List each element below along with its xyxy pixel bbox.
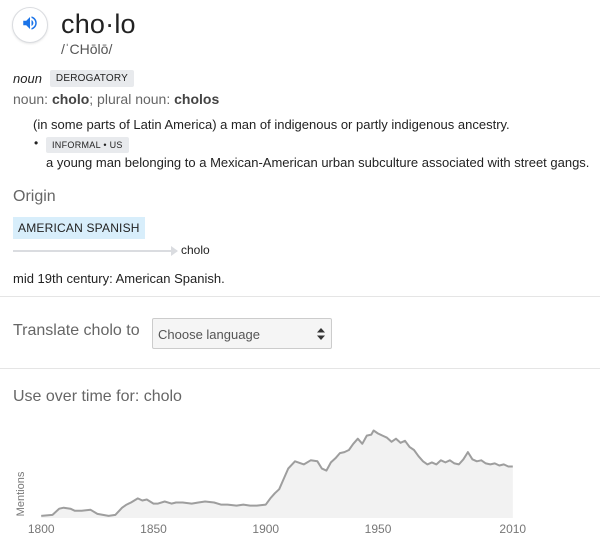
section-divider bbox=[0, 368, 600, 369]
origin-text: mid 19th century: American Spanish. bbox=[13, 271, 225, 286]
definition-2: a young man belonging to a Mexican-Ameri… bbox=[46, 155, 590, 170]
origin-title: Origin bbox=[13, 188, 56, 205]
usage-chart bbox=[41, 429, 513, 518]
etymology-arrow-icon bbox=[171, 246, 178, 256]
entry-header: cho·lo /ˈCHōlō/ bbox=[12, 7, 136, 57]
usage-title: Use over time for: cholo bbox=[13, 388, 182, 405]
language-select[interactable]: Choose language bbox=[152, 318, 332, 349]
headword: cho·lo bbox=[61, 9, 136, 39]
speaker-icon bbox=[21, 14, 39, 37]
language-select-value: Choose language bbox=[158, 327, 260, 342]
x-tick-label: 1900 bbox=[252, 522, 280, 536]
forms-prefix: noun: bbox=[13, 91, 49, 107]
x-tick-label: 1800 bbox=[27, 522, 55, 536]
register-badge: DEROGATORY bbox=[49, 70, 134, 87]
x-tick-label: 1850 bbox=[140, 522, 167, 536]
pronunciation-audio-button[interactable] bbox=[12, 7, 48, 43]
plural-prefix: ; plural noun: bbox=[89, 91, 171, 107]
usage-area bbox=[41, 430, 513, 518]
part-of-speech-row: noun DEROGATORY bbox=[13, 70, 134, 87]
usage-label-chip: INFORMAL • US bbox=[46, 137, 129, 153]
definition-bullet: • bbox=[34, 136, 39, 150]
etymology-line bbox=[13, 250, 177, 252]
translate-label: Translate cholo to bbox=[13, 322, 140, 339]
word-forms: noun: cholo; plural noun: cholos bbox=[13, 91, 219, 107]
etymology-source-chip: AMERICAN SPANISH bbox=[13, 217, 145, 239]
section-divider bbox=[0, 296, 600, 297]
pronunciation: /ˈCHōlō/ bbox=[61, 41, 113, 57]
definition-1: (in some parts of Latin America) a man o… bbox=[33, 117, 510, 132]
x-tick-label: 1950 bbox=[364, 522, 392, 536]
plural-form: cholos bbox=[174, 91, 220, 107]
part-of-speech: noun bbox=[13, 71, 42, 86]
select-arrows-icon bbox=[317, 328, 325, 340]
etymology-target-word: cholo bbox=[181, 243, 210, 257]
x-tick-label: 2010 bbox=[499, 522, 527, 536]
singular-form: cholo bbox=[51, 91, 90, 107]
